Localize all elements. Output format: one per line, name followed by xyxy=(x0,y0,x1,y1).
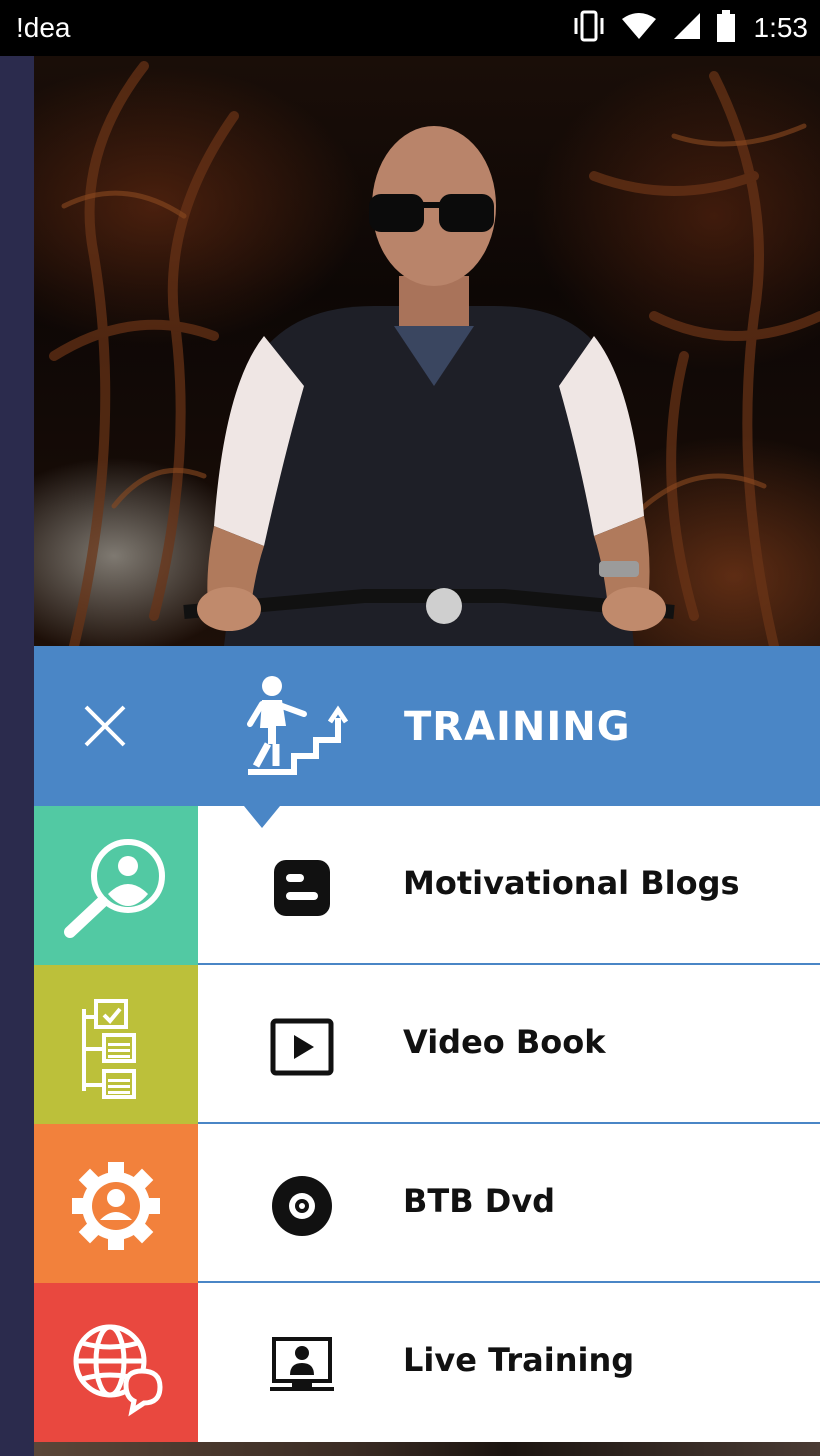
header-title: TRAINING xyxy=(404,704,631,750)
menu-item-label: Motivational Blogs xyxy=(403,864,740,902)
menu-item-label: BTB Dvd xyxy=(403,1182,556,1220)
search-user-icon xyxy=(64,839,165,938)
side-tab-calendar[interactable] xyxy=(34,965,198,1124)
carrier-name: !dea xyxy=(16,12,71,43)
play-video-icon xyxy=(270,1018,334,1076)
menu-item-video-book[interactable]: Video Book xyxy=(198,965,820,1124)
menu-row-video-book: Video Book xyxy=(34,965,820,1124)
gear-user-icon xyxy=(72,1162,160,1250)
close-icon xyxy=(84,705,126,747)
side-tab-search[interactable] xyxy=(34,806,198,965)
menu-item-motivational-blogs[interactable]: Motivational Blogs xyxy=(198,806,820,965)
signal-icon xyxy=(672,11,702,45)
status-bar: !dea 1:53 xyxy=(0,0,820,56)
header-pointer xyxy=(244,806,280,828)
clock-time: 1:53 xyxy=(753,12,809,43)
globe-chat-icon xyxy=(73,1324,163,1417)
menu-item-btb-dvd[interactable]: BTB Dvd xyxy=(198,1124,820,1283)
menu-row-btb-dvd: BTB Dvd xyxy=(34,1124,820,1283)
vibrate-icon xyxy=(572,10,606,46)
side-tab-settings[interactable] xyxy=(34,1124,198,1283)
menu-row-live-training: Live Training xyxy=(34,1283,820,1442)
training-menu: Motivational Blogs Video Book BTB Dvd Li… xyxy=(34,806,820,1442)
staircase-climb-icon xyxy=(246,674,358,778)
blogger-icon xyxy=(274,860,330,916)
menu-item-live-training[interactable]: Live Training xyxy=(198,1283,820,1442)
menu-row-motivational-blogs: Motivational Blogs xyxy=(34,806,820,965)
bottom-photo-edge xyxy=(34,1442,820,1456)
hero-photo xyxy=(34,56,820,646)
left-edge-strip xyxy=(0,56,34,1456)
live-presenter-icon xyxy=(270,1337,334,1391)
status-icons: 1:53 xyxy=(572,10,809,46)
wifi-icon xyxy=(620,11,658,45)
training-header: TRAINING xyxy=(34,646,820,806)
dvd-icon xyxy=(272,1176,332,1236)
battery-icon xyxy=(716,10,736,46)
close-button[interactable] xyxy=(80,701,130,751)
calendar-tree-icon xyxy=(82,999,136,1099)
side-tab-globe[interactable] xyxy=(34,1283,198,1442)
menu-item-label: Live Training xyxy=(403,1341,635,1379)
menu-item-label: Video Book xyxy=(403,1023,606,1061)
